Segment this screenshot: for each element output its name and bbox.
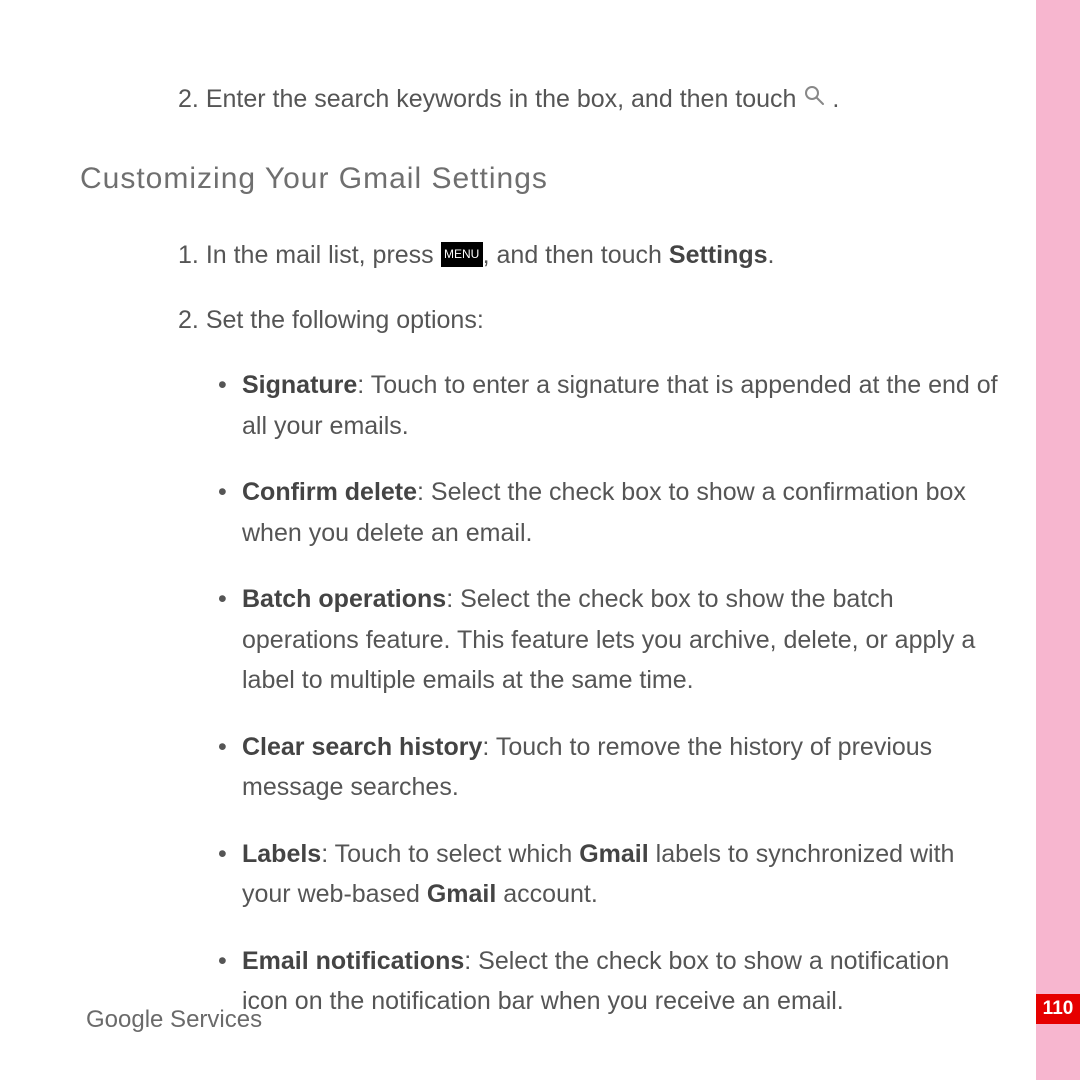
page-number-badge: 110 bbox=[1036, 994, 1080, 1024]
option-confirm-delete: Confirm delete: Select the check box to … bbox=[218, 472, 1000, 553]
option-label: Signature bbox=[242, 371, 357, 399]
step-2-text: Set the following options: bbox=[206, 306, 484, 334]
option-email-notifications: Email notifications: Select the check bo… bbox=[218, 941, 1000, 1022]
option-label: Clear search history bbox=[242, 733, 482, 761]
option-labels: Labels: Touch to select which Gmail labe… bbox=[218, 834, 1000, 915]
option-batch-operations: Batch operations: Select the check box t… bbox=[218, 579, 1000, 701]
step-2: 2. Set the following options: bbox=[178, 301, 1000, 340]
step-2-num: 2. bbox=[178, 306, 199, 334]
settings-label: Settings bbox=[669, 241, 768, 269]
page-content: 2. Enter the search keywords in the box,… bbox=[80, 80, 1000, 1048]
side-strip bbox=[1036, 0, 1080, 1080]
section-heading: Customizing Your Gmail Settings bbox=[80, 162, 1000, 196]
gmail-ref-2: Gmail bbox=[427, 880, 496, 908]
menu-key-icon: MENU bbox=[441, 242, 483, 267]
option-label: Labels bbox=[242, 840, 321, 868]
search-icon bbox=[803, 79, 825, 118]
step-1-after: , and then touch bbox=[483, 241, 669, 269]
intro-step-num: 2. bbox=[178, 85, 199, 113]
intro-step-text-after: . bbox=[832, 85, 839, 113]
gmail-ref-1: Gmail bbox=[579, 840, 648, 868]
step-1: 1. In the mail list, press MENU, and the… bbox=[178, 236, 1000, 275]
option-label: Batch operations bbox=[242, 585, 446, 613]
intro-step: 2. Enter the search keywords in the box,… bbox=[178, 80, 1000, 120]
step-1-before: In the mail list, press bbox=[206, 241, 441, 269]
option-clear-search-history: Clear search history: Touch to remove th… bbox=[218, 727, 1000, 808]
intro-step-text-before: Enter the search keywords in the box, an… bbox=[206, 85, 804, 113]
labels-p3: account. bbox=[496, 880, 597, 908]
footer-text: Google Services bbox=[86, 1006, 262, 1034]
option-label: Confirm delete bbox=[242, 478, 417, 506]
step-1-tail: . bbox=[768, 241, 775, 269]
step-1-num: 1. bbox=[178, 241, 199, 269]
option-signature: Signature: Touch to enter a signature th… bbox=[218, 365, 1000, 446]
option-label: Email notifications bbox=[242, 947, 464, 975]
labels-p1: : Touch to select which bbox=[321, 840, 579, 868]
options-list: Signature: Touch to enter a signature th… bbox=[218, 365, 1000, 1022]
